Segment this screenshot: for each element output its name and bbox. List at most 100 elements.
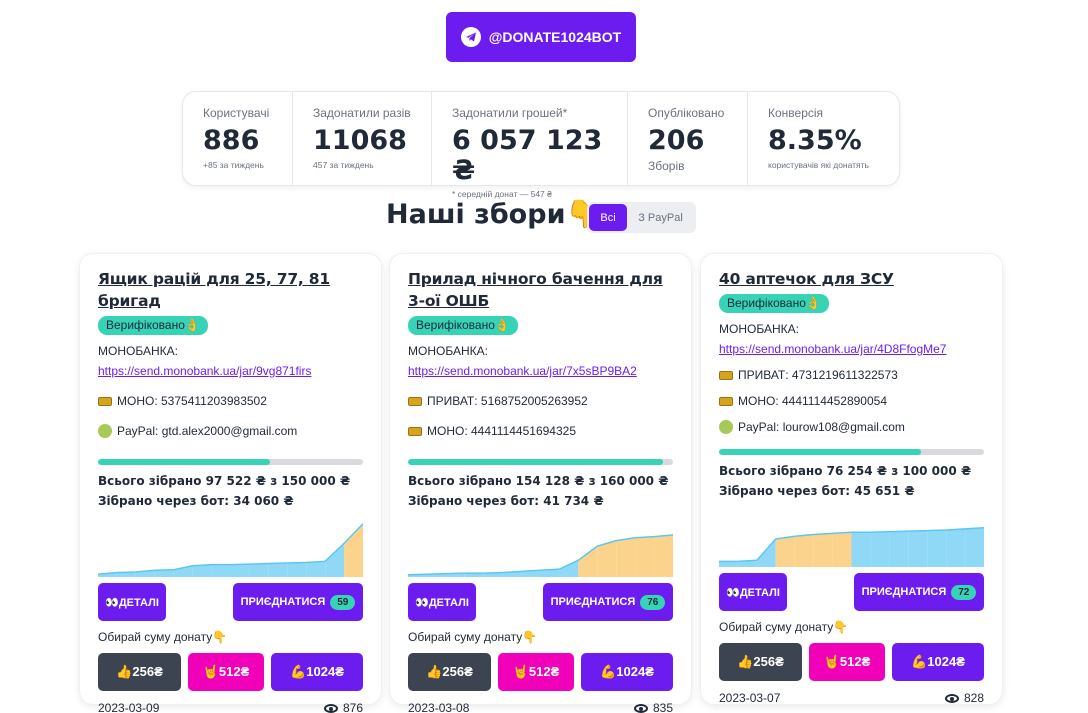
progress-bar: [98, 459, 363, 465]
amount-512-button[interactable]: 🤘512₴: [498, 653, 574, 691]
join-button[interactable]: ПРИЄДНАТИСЯ 72: [854, 573, 984, 611]
card-icon: [719, 396, 733, 406]
chart-area-segment: [889, 531, 909, 567]
chart-area-segment: [851, 532, 871, 567]
card-icon: [408, 396, 422, 406]
fundraiser-card: Прилад нічного бачення для 3-ої ОШБ Вери…: [389, 253, 692, 713]
views-count: 876: [342, 701, 363, 713]
tab-paypal[interactable]: З PayPal: [627, 204, 694, 231]
participants-badge: 72: [951, 584, 977, 600]
chart-area-segment: [927, 530, 947, 567]
chart-area-segment: [775, 536, 795, 567]
join-label: ПРИЄДНАТИСЯ: [550, 596, 636, 608]
payment-text: МОНО: 4441114452890054: [738, 394, 887, 408]
card-title[interactable]: Прилад нічного бачення для 3-ої ОШБ: [408, 268, 673, 312]
join-button[interactable]: ПРИЄДНАТИСЯ 59: [233, 583, 363, 621]
chart-area-segment: [654, 535, 673, 577]
stat-desc: +85 за тиждень: [203, 159, 264, 170]
stat-conversion: Конверсія 8.35% користувачів які донатят…: [748, 92, 899, 185]
views: 876: [323, 701, 363, 713]
stat-title: Конверсія: [768, 106, 824, 120]
card-actions: 👀ДЕТАЛІ ПРИЄДНАТИСЯ 76: [408, 583, 673, 621]
chart-area-segment: [192, 564, 212, 577]
card-footer: 2023-03-07 828: [719, 691, 984, 705]
details-button[interactable]: 👀ДЕТАЛІ: [719, 573, 787, 611]
chart-area-segment: [719, 561, 738, 567]
details-button[interactable]: 👀ДЕТАЛІ: [408, 583, 476, 621]
details-button[interactable]: 👀ДЕТАЛІ: [98, 583, 166, 621]
payment-line: МОНО: 4441114452890054: [719, 391, 984, 411]
jar-link[interactable]: https://send.monobank.ua/jar/9vg871firs: [98, 361, 363, 381]
stat-desc: користувачів які донатять: [768, 159, 869, 170]
payment-text: PayPal: gtd.alex2000@gmail.com: [117, 424, 298, 438]
donations-chart: [719, 527, 984, 567]
stat-published: Опубліковано 206 Зборів: [628, 92, 748, 185]
payment-line: PayPal: gtd.alex2000@gmail.com: [98, 421, 363, 441]
amount-buttons: 👍256₴ 🤘512₴ 💪1024₴: [719, 643, 984, 681]
payment-line: МОНО: 5375411203983502: [98, 391, 363, 411]
paypal-icon: [98, 424, 112, 438]
card-title[interactable]: 40 аптечок для ЗСУ: [719, 268, 984, 290]
payment-text: МОНО: 5375411203983502: [117, 394, 267, 408]
join-button[interactable]: ПРИЄДНАТИСЯ 76: [543, 583, 673, 621]
page: @DONATE1024BOT Користувачі 886 +85 за ти…: [0, 0, 1088, 713]
amount-512-button[interactable]: 🤘512₴: [188, 653, 264, 691]
tab-all[interactable]: Всі: [589, 204, 627, 231]
card-title[interactable]: Ящик рацій для 25, 77, 81 бригад: [98, 268, 363, 312]
stat-value: 11068: [313, 125, 407, 156]
progress-fill: [98, 459, 271, 465]
amount-256-button[interactable]: 👍256₴: [98, 653, 181, 691]
stat-donations-money: Задонатили грошей* 6 057 123 ₴ * середні…: [432, 92, 628, 199]
collected-via-bot: Зібрано через бот: 41 734 ₴: [408, 494, 604, 508]
amount-1024-button[interactable]: 💪1024₴: [271, 653, 363, 691]
join-label: ПРИЄДНАТИСЯ: [240, 596, 326, 608]
payment-line: PayPal: lourow108@gmail.com: [719, 417, 984, 437]
chart-area-segment: [287, 562, 307, 577]
participants-badge: 59: [330, 594, 356, 610]
collected-via-bot: Зібрано через бот: 34 060 ₴: [98, 494, 294, 508]
chart-area-segment: [211, 564, 231, 577]
participants-badge: 76: [640, 594, 666, 610]
progress-bar: [719, 449, 984, 455]
stat-title: Задонатили разів: [313, 106, 411, 120]
stat-title: Опубліковано: [648, 106, 725, 120]
payment-line: ПРИВАТ: 4731219611322573: [719, 365, 984, 385]
stat-donations-count: Задонатили разів 11068 457 за тиждень: [293, 92, 432, 185]
choose-amount-label: Обирай суму донату👇: [98, 630, 228, 644]
jar-link[interactable]: https://send.monobank.ua/jar/4D8FfogMe7: [719, 339, 984, 359]
progress-fill: [719, 449, 921, 455]
eye-icon: [323, 704, 338, 713]
chart-area-segment: [249, 563, 269, 577]
amount-256-button[interactable]: 👍256₴: [408, 653, 491, 691]
fundraiser-card: Ящик рацій для 25, 77, 81 бригад Верифік…: [79, 253, 382, 713]
chart-area-segment: [616, 537, 636, 577]
amount-1024-button[interactable]: 💪1024₴: [581, 653, 673, 691]
amount-512-button[interactable]: 🤘512₴: [809, 643, 885, 681]
payment-line: ПРИВАТ: 5168752005263952: [408, 391, 673, 411]
stat-value: 8.35%: [768, 125, 862, 156]
mono-label: МОНОБАНКА:: [719, 322, 799, 336]
card-icon: [408, 426, 422, 436]
chart-area-segment: [344, 523, 363, 577]
amount-256-button[interactable]: 👍256₴: [719, 643, 802, 681]
eye-icon: [944, 694, 959, 704]
telegram-icon: [460, 27, 481, 47]
card-date: 2023-03-09: [98, 701, 160, 713]
chart-area-segment: [635, 536, 655, 577]
mono-label: МОНОБАНКА:: [98, 344, 178, 358]
verified-badge: Верифіковано👌: [98, 316, 208, 335]
stat-title: Користувачі: [203, 106, 270, 120]
total-collected: Всього зібрано 76 254 ₴ з 100 000 ₴: [719, 464, 972, 478]
section-heading: Наші збори👇: [386, 199, 600, 230]
chart-area-segment: [325, 543, 345, 577]
stats-panel: Користувачі 886 +85 за тиждень Задонатил…: [182, 91, 900, 199]
payment-line: МОНО: 4441114451694325: [408, 421, 673, 441]
filter-tabs: Всі З PayPal: [587, 202, 696, 233]
jar-link[interactable]: https://send.monobank.ua/jar/7x5sBP9BA2: [408, 361, 673, 381]
telegram-bot-button[interactable]: @DONATE1024BOT: [446, 12, 636, 62]
amount-1024-button[interactable]: 💪1024₴: [892, 643, 984, 681]
card-icon: [719, 370, 733, 380]
stat-users: Користувачі 886 +85 за тиждень: [183, 92, 293, 185]
chart-area-segment: [870, 531, 890, 567]
chart-area-segment: [306, 561, 326, 577]
